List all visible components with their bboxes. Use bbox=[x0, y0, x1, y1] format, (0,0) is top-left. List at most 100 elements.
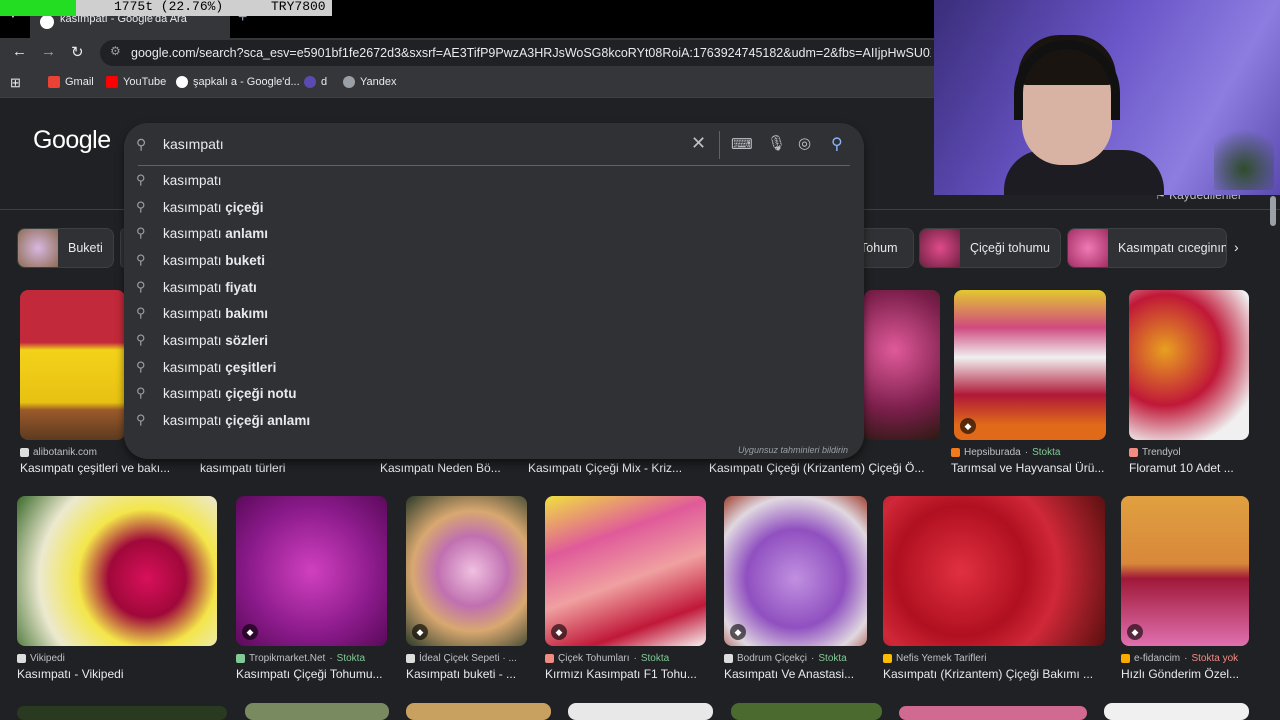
result-image[interactable] bbox=[245, 703, 389, 720]
suggestion-base: kasımpatı bbox=[163, 333, 226, 348]
result-caption[interactable]: Kırmızı Kasımpatı F1 Tohu... bbox=[545, 667, 706, 681]
result-image[interactable]: ◆ bbox=[724, 496, 867, 646]
result-image[interactable]: ◆ bbox=[236, 496, 387, 646]
suggestion-item[interactable]: ⚲ kasımpatı buketi bbox=[124, 248, 864, 274]
suggestion-item[interactable]: ⚲ kasımpatı çiçeği bbox=[124, 195, 864, 221]
result-caption[interactable]: Kasımpatı Çiçeği (Krizantem) Çiçeği Ö... bbox=[709, 461, 934, 475]
suggestion-completion: anlamı bbox=[225, 226, 269, 241]
scrollbar[interactable] bbox=[1270, 196, 1276, 226]
forward-arrow-icon[interactable]: → bbox=[41, 43, 56, 60]
webcam-overlay bbox=[934, 0, 1280, 195]
site-info-icon[interactable]: ⚙ bbox=[110, 44, 121, 58]
result-caption[interactable]: Floramut 10 Adet ... bbox=[1129, 461, 1249, 475]
bookmark-youtube[interactable]: YouTube bbox=[106, 76, 166, 88]
result-image[interactable]: ◆ bbox=[954, 290, 1106, 440]
reload-icon[interactable]: ↻ bbox=[71, 43, 84, 61]
apps-grid-icon[interactable]: ⊞ bbox=[10, 75, 21, 91]
result-image[interactable] bbox=[883, 496, 1105, 646]
result-image[interactable] bbox=[568, 703, 713, 720]
suggestion-item[interactable]: ⚲ kasımpatı çiçeği anlamı bbox=[124, 408, 864, 434]
search-input[interactable] bbox=[163, 136, 683, 152]
source-favicon-icon bbox=[951, 448, 960, 457]
result-image[interactable] bbox=[731, 703, 882, 720]
source-favicon-icon bbox=[406, 654, 415, 663]
keyboard-icon[interactable]: ⌨ bbox=[731, 135, 753, 153]
bookmark-label: YouTube bbox=[123, 76, 167, 88]
result-caption[interactable]: Hızlı Gönderim Özel... bbox=[1121, 667, 1249, 681]
result-caption[interactable]: Kasımpatı (Krizantem) Çiçeği Bakımı ... bbox=[883, 667, 1105, 681]
result-source[interactable]: Hepsiburada · Stokta bbox=[951, 447, 1060, 458]
search-icon: ⚲ bbox=[136, 225, 146, 240]
result-image[interactable] bbox=[17, 706, 227, 720]
result-caption[interactable]: Kasımpatı Ve Anastasi... bbox=[724, 667, 867, 681]
suggestion-base: kasımpatı bbox=[163, 360, 226, 375]
result-source[interactable]: e-fidancim · Stokta yok bbox=[1121, 653, 1238, 664]
suggestion-item[interactable]: ⚲ kasımpatı çiçeği notu bbox=[124, 381, 864, 407]
chip-label: Kasımpatı cıceginın bbox=[1118, 241, 1227, 255]
chip-label: Çiçeği tohumu bbox=[970, 241, 1050, 255]
result-caption[interactable]: Kasımpatı - Vikipedi bbox=[17, 667, 217, 681]
result-image[interactable] bbox=[899, 706, 1087, 720]
chip-cicegi-tohumu[interactable]: Çiçeği tohumu bbox=[919, 228, 1061, 268]
bookmark-gmail[interactable]: Gmail bbox=[48, 76, 94, 88]
result-image[interactable] bbox=[406, 703, 551, 720]
suggestion-item[interactable]: ⚲ kasımpatı sözleri bbox=[124, 328, 864, 354]
result-source[interactable]: Trendyol bbox=[1129, 447, 1181, 458]
search-icon: ⚲ bbox=[136, 172, 146, 187]
search-icon: ⚲ bbox=[136, 332, 146, 347]
chip-buketi[interactable]: Buketi bbox=[17, 228, 114, 268]
result-source[interactable]: Tropikmarket.Net · Stokta bbox=[236, 653, 365, 664]
bookmark-google-search[interactable]: şapkalı a - Google'd... bbox=[176, 76, 300, 88]
chip-kasimpati-cicegi[interactable]: Kasımpatı cıceginın bbox=[1067, 228, 1227, 268]
overlay-stat: 1775t (22.76%) bbox=[114, 0, 224, 14]
result-caption[interactable]: Kasımpatı buketi - ... bbox=[406, 667, 527, 681]
suggestion-item[interactable]: ⚲ kasımpatı çeşitleri bbox=[124, 355, 864, 381]
google-logo[interactable]: Google bbox=[33, 126, 111, 155]
result-source[interactable]: Nefis Yemek Tarifleri bbox=[883, 653, 986, 664]
lens-camera-icon[interactable]: ◎ bbox=[798, 134, 811, 152]
suggestion-item[interactable]: ⚲ kasımpatı bbox=[124, 168, 864, 194]
bookmark-label: şapkalı a - Google'd... bbox=[193, 76, 300, 88]
result-caption[interactable]: kasımpatı türleri bbox=[200, 461, 360, 475]
result-image[interactable]: ◆ bbox=[406, 496, 527, 646]
result-caption[interactable]: Tarımsal ve Hayvansal Ürü... bbox=[951, 461, 1111, 475]
bookmark-d[interactable]: d bbox=[304, 76, 327, 88]
back-arrow-icon[interactable]: ← bbox=[12, 43, 27, 60]
result-caption[interactable]: Kasımpatı çeşitleri ve bakı... bbox=[20, 461, 180, 475]
result-image[interactable] bbox=[864, 290, 940, 440]
result-image[interactable]: ◆ bbox=[1121, 496, 1249, 646]
address-bar[interactable]: ⚙ google.com/search?sca_esv=e5901bf1fe26… bbox=[100, 40, 934, 66]
result-source[interactable]: Bodrum Çiçekçi · Stokta bbox=[724, 653, 847, 664]
suggestion-item[interactable]: ⚲ kasımpatı anlamı bbox=[124, 221, 864, 247]
result-image[interactable]: ◆ bbox=[545, 496, 706, 646]
suggestion-item[interactable]: ⚲ kasımpatı bakımı bbox=[124, 301, 864, 327]
result-caption[interactable]: Kasımpatı Çiçeği Tohumu... bbox=[236, 667, 387, 681]
result-image[interactable] bbox=[1129, 290, 1249, 440]
source-label: İdeal Çiçek Sepeti · ... bbox=[419, 653, 517, 664]
suggestion-base: kasımpatı bbox=[163, 200, 226, 215]
shopping-tag-icon: ◆ bbox=[730, 624, 746, 640]
chevron-right-icon[interactable]: › bbox=[1234, 239, 1239, 255]
suggestion-item[interactable]: ⚲ kasımpatı fiyatı bbox=[124, 275, 864, 301]
result-caption[interactable]: Kasımpatı Çiçeği Mix - Kriz... bbox=[528, 461, 693, 475]
stock-status: Stokta yok bbox=[1191, 653, 1239, 664]
bookmark-yandex[interactable]: Yandex bbox=[343, 76, 397, 88]
report-predictions-link[interactable]: Uygunsuz tahminleri bildirin bbox=[738, 445, 848, 455]
search-panel: ⚲ ✕ ⌨ 🎙 ◎ ⚲ ⚲ kasımpatı ⚲ kasımpatı çiçeği… bbox=[124, 123, 864, 459]
result-source[interactable]: Çiçek Tohumları · Stokta bbox=[545, 653, 669, 664]
clear-icon[interactable]: ✕ bbox=[691, 133, 706, 154]
source-label: Bodrum Çiçekçi bbox=[737, 653, 808, 664]
result-caption[interactable]: Kasımpatı Neden Bö... bbox=[380, 461, 520, 475]
search-icon: ⚲ bbox=[136, 359, 146, 374]
address-url[interactable]: google.com/search?sca_esv=e5901bf1fe2672… bbox=[131, 46, 931, 60]
result-source[interactable]: İdeal Çiçek Sepeti · ... bbox=[406, 653, 517, 664]
source-label: Trendyol bbox=[1142, 447, 1181, 458]
result-source[interactable]: Vikipedi bbox=[17, 653, 65, 664]
result-source[interactable]: alibotanik.com bbox=[20, 447, 97, 458]
result-image[interactable] bbox=[1104, 703, 1249, 720]
youtube-icon bbox=[106, 76, 118, 88]
result-image[interactable] bbox=[17, 496, 217, 646]
microphone-icon[interactable]: 🎙 bbox=[767, 134, 786, 152]
result-image[interactable] bbox=[20, 290, 125, 440]
search-submit-icon[interactable]: ⚲ bbox=[831, 134, 843, 154]
